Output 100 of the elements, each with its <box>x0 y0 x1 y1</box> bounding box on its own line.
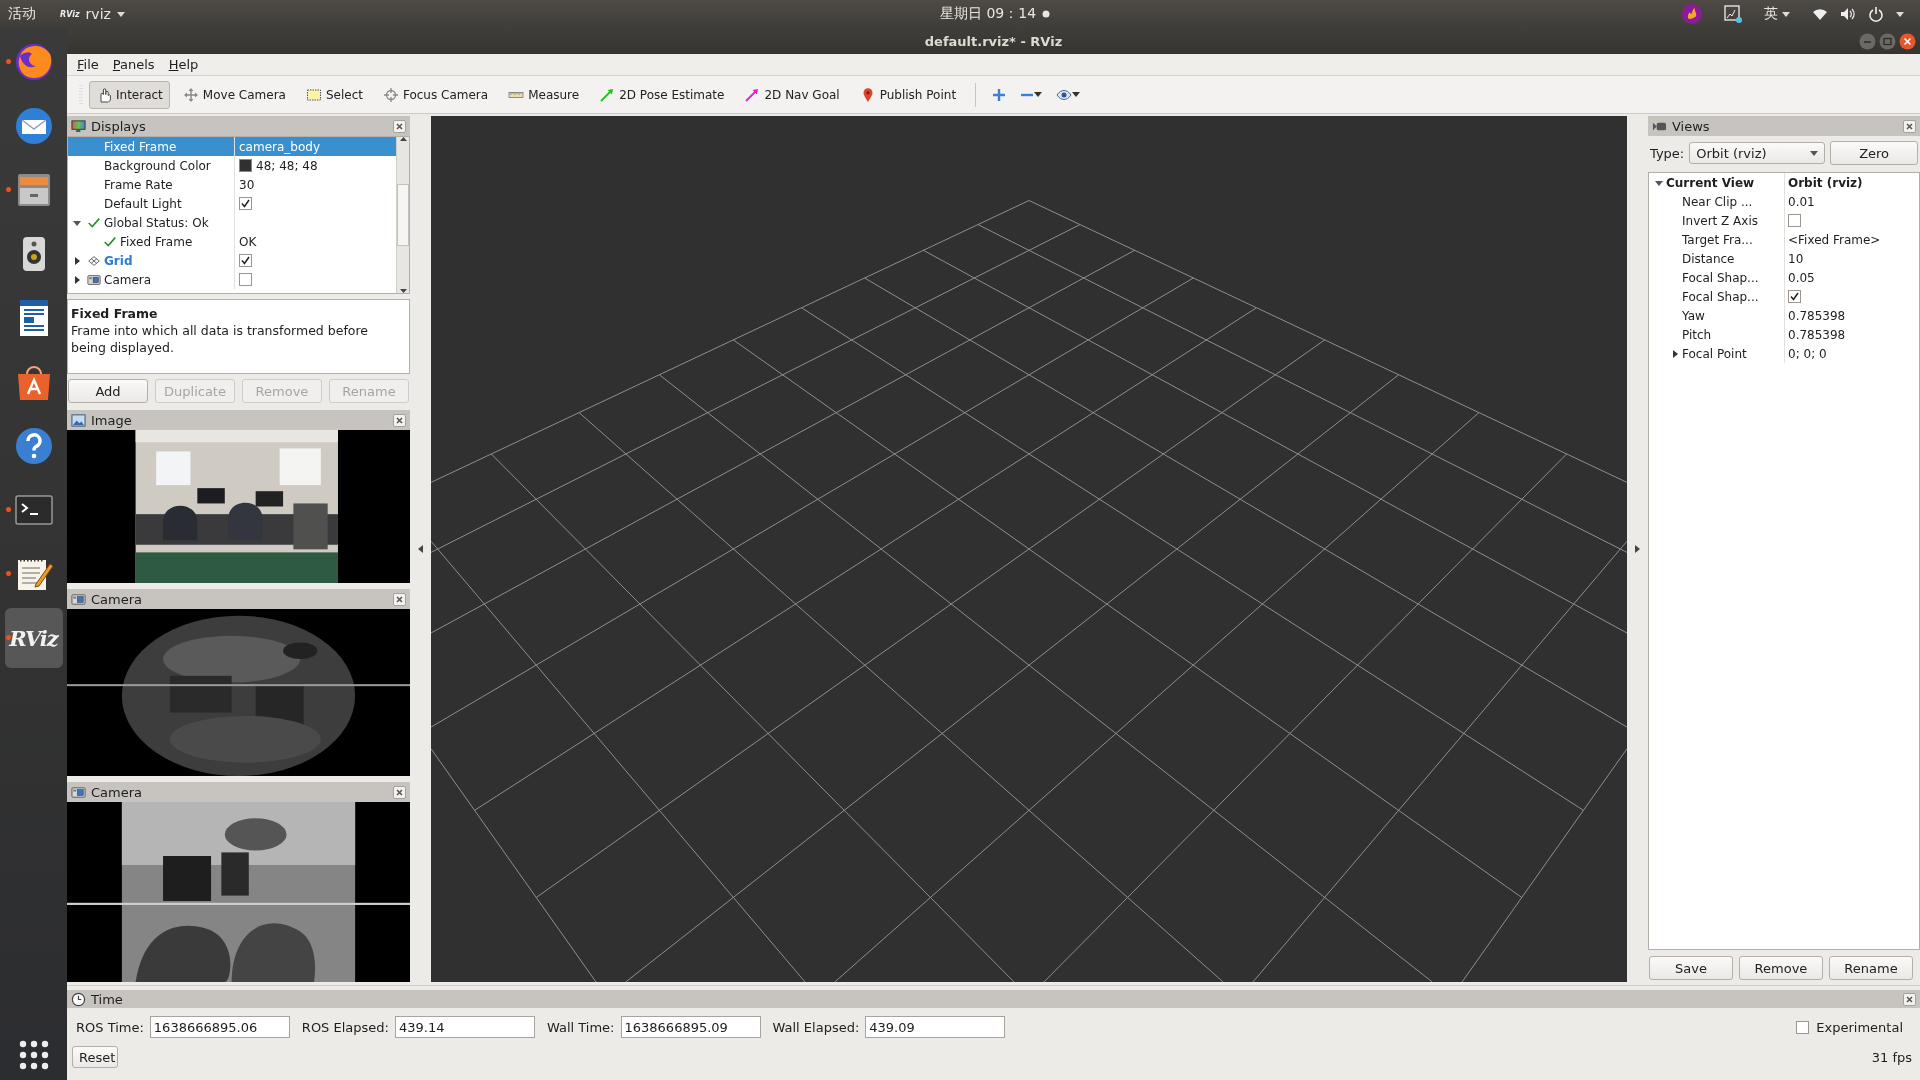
property-name: Focal Shap... <box>1682 289 1759 304</box>
tool-button[interactable]: Publish Point <box>852 80 964 109</box>
flame-icon[interactable] <box>1682 4 1702 24</box>
check-icon <box>1790 292 1799 301</box>
tree-row[interactable]: Frame Rate 30 <box>68 175 396 194</box>
close-button[interactable] <box>1903 992 1916 1006</box>
app-grid-icon[interactable] <box>18 1040 49 1070</box>
tool-button[interactable]: 2D Pose Estimate <box>592 80 732 109</box>
tool-button[interactable]: Select <box>298 80 370 109</box>
tree-row[interactable]: Camera <box>68 270 396 289</box>
close-icon <box>1906 995 1913 1003</box>
checkbox[interactable] <box>239 197 252 210</box>
panel-button[interactable]: Remove <box>1739 956 1823 980</box>
system-menu[interactable] <box>1812 6 1904 22</box>
camera-icon <box>71 784 86 800</box>
property-name: Yaw <box>1682 308 1705 323</box>
tree-row[interactable]: Global Status: Ok <box>68 213 396 232</box>
app-menu[interactable]: RViz rviz <box>60 6 125 22</box>
property-name: Grid <box>104 253 133 268</box>
eye-icon <box>1056 88 1073 101</box>
close-button[interactable] <box>1899 33 1916 50</box>
tree-row[interactable]: Invert Z Axis <box>1649 211 1919 230</box>
expand-arrow-icon[interactable] <box>73 275 81 284</box>
input-method-label: 英 <box>1764 5 1778 23</box>
expand-arrow-icon[interactable] <box>1655 178 1663 187</box>
checkbox[interactable] <box>1788 290 1801 303</box>
activities-button[interactable]: 活动 <box>8 5 36 23</box>
arrow-icon <box>599 86 616 103</box>
property-value: 0.785398 <box>1788 308 1846 323</box>
property-value: 30 <box>239 177 255 192</box>
field-label: ROS Elapsed: <box>301 1019 389 1035</box>
text-field[interactable]: 1638666895.06 <box>149 1016 290 1038</box>
power-icon <box>1868 6 1884 22</box>
tree-row[interactable]: Pitch 0.785398 <box>1649 325 1919 344</box>
text-field[interactable]: 439.09 <box>865 1016 1006 1038</box>
tool-button[interactable]: Focus Camera <box>375 80 496 109</box>
property-name: Default Light <box>104 196 182 211</box>
expand-arrow-icon[interactable] <box>1671 349 1679 358</box>
property-name: Global Status: Ok <box>104 215 209 230</box>
menu-item[interactable]: Panels <box>112 57 155 72</box>
checkbox[interactable] <box>239 273 252 286</box>
close-button[interactable] <box>393 592 406 606</box>
tree-row[interactable]: Focal Point 0; 0; 0 <box>1649 344 1919 363</box>
tree-row[interactable]: Distance 10 <box>1649 249 1919 268</box>
tool-button[interactable]: Measure <box>501 80 587 109</box>
collapse-arrow-icon[interactable] <box>418 545 423 553</box>
check-icon <box>241 199 250 208</box>
tree-row[interactable]: Target Fra... <Fixed Frame> <box>1649 230 1919 249</box>
text-field[interactable]: 1638666895.09 <box>620 1016 761 1038</box>
wifi-icon <box>1812 7 1828 21</box>
clock-icon <box>71 991 86 1007</box>
notification-dot-icon <box>1042 10 1051 18</box>
property-name: Current View <box>1666 175 1755 190</box>
clock[interactable]: 星期日 09：14 <box>940 5 1037 23</box>
type-dropdown[interactable]: Orbit (rviz) <box>1689 142 1826 164</box>
tree-row[interactable]: Fixed Frame OK <box>68 232 396 251</box>
collapse-arrow-icon[interactable] <box>1635 545 1640 553</box>
expand-arrow-icon[interactable] <box>73 218 81 227</box>
type-label: Type: <box>1650 145 1685 161</box>
chart-window-icon[interactable] <box>1724 5 1742 23</box>
close-button[interactable] <box>393 119 406 133</box>
tree-row[interactable]: Near Clip ... 0.01 <box>1649 192 1919 211</box>
checkbox[interactable] <box>239 254 252 267</box>
tool-button[interactable]: 2D Nav Goal <box>737 80 847 109</box>
close-button[interactable] <box>1903 119 1916 133</box>
tree-row[interactable]: Focal Shap... 0.05 <box>1649 268 1919 287</box>
tree-row[interactable]: Grid <box>68 251 396 270</box>
menu-item[interactable]: File <box>77 57 99 72</box>
input-method-menu[interactable]: 英 <box>1764 5 1790 23</box>
panel-title: Camera <box>91 784 144 800</box>
tree-row[interactable]: Yaw 0.785398 <box>1649 306 1919 325</box>
reset-button[interactable]: Reset <box>72 1046 118 1068</box>
property-name: Frame Rate <box>104 177 173 192</box>
panel-button[interactable]: Add <box>68 379 148 403</box>
zero-button[interactable]: Zero <box>1830 141 1918 165</box>
caret-icon <box>1810 150 1819 156</box>
camera-icon <box>87 272 101 287</box>
tree-row[interactable]: Current View Orbit (rviz) <box>1649 173 1919 192</box>
tree-row[interactable]: Background Color 48; 48; 48 <box>68 156 396 175</box>
scrollbar[interactable] <box>396 137 409 293</box>
property-value: 0; 0; 0 <box>1788 346 1827 361</box>
expand-arrow-icon[interactable] <box>73 256 81 265</box>
property-value: 0.01 <box>1788 194 1815 209</box>
panel-button[interactable]: Rename <box>1829 956 1913 980</box>
tree-row[interactable]: Focal Shap... <box>1649 287 1919 306</box>
close-button[interactable] <box>393 413 406 427</box>
app-launcher[interactable]: RViz <box>4 608 63 668</box>
property-value: 0.785398 <box>1788 327 1846 342</box>
property-name: Invert Z Axis <box>1682 213 1758 228</box>
tool-button[interactable]: Move Camera <box>175 80 293 109</box>
tool-button[interactable]: Interact <box>89 80 170 109</box>
text-field[interactable]: 439.14 <box>394 1016 535 1038</box>
close-button[interactable] <box>393 785 406 799</box>
checkbox[interactable] <box>1796 1020 1810 1034</box>
panel-button[interactable]: Save <box>1649 956 1733 980</box>
property-value: camera_body <box>239 139 320 154</box>
checkbox[interactable] <box>1788 214 1801 227</box>
crosshair-icon <box>382 86 399 103</box>
tree-row[interactable]: Default Light <box>68 194 396 213</box>
menu-item[interactable]: Help <box>168 57 199 72</box>
